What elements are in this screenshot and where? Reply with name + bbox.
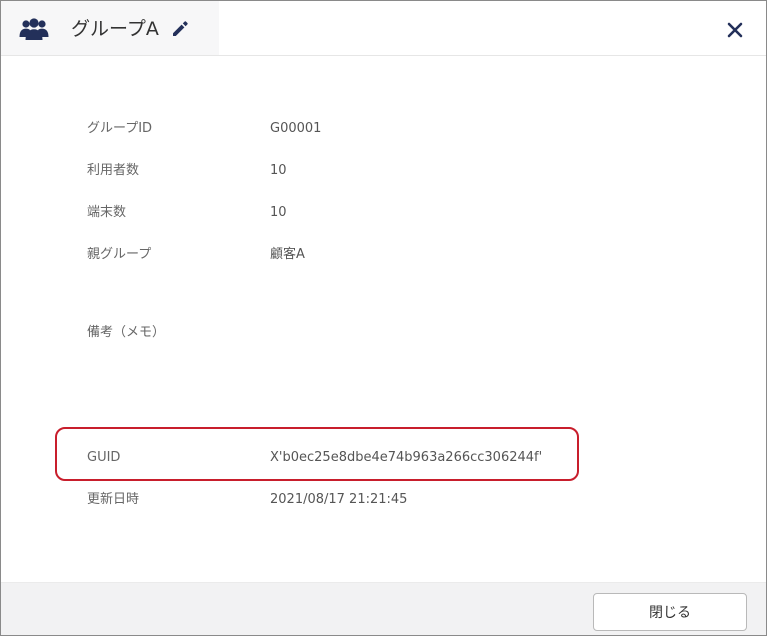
user-count-label: 利用者数 <box>87 163 140 178</box>
guid-value: X'b0ec25e8dbe4e74b963a266cc306244f' <box>270 450 543 465</box>
dialog-title: グループA <box>71 18 159 40</box>
updated-at-value: 2021/08/17 21:21:45 <box>270 492 408 507</box>
pencil-edit-icon[interactable] <box>171 20 189 38</box>
group-id-label: グループID <box>87 121 153 136</box>
group-detail-dialog: グループA グループID G00001 利用者数 10 端末数 10 親グループ… <box>0 0 767 636</box>
group-users-icon <box>19 18 49 40</box>
updated-at-label: 更新日時 <box>87 492 140 507</box>
parent-group-label: 親グループ <box>87 247 152 262</box>
close-x-icon[interactable] <box>727 22 743 38</box>
device-count-value: 10 <box>270 205 287 220</box>
user-count-value: 10 <box>270 163 287 178</box>
device-count-label: 端末数 <box>87 205 127 220</box>
close-button[interactable]: 閉じる <box>593 593 747 631</box>
group-id-value: G00001 <box>270 121 322 136</box>
memo-label: 備考（メモ） <box>87 325 166 340</box>
guid-label: GUID <box>87 450 121 465</box>
parent-group-value: 顧客A <box>270 247 305 262</box>
dialog-footer: 閉じる <box>1 582 766 635</box>
dialog-header: グループA <box>1 1 766 56</box>
